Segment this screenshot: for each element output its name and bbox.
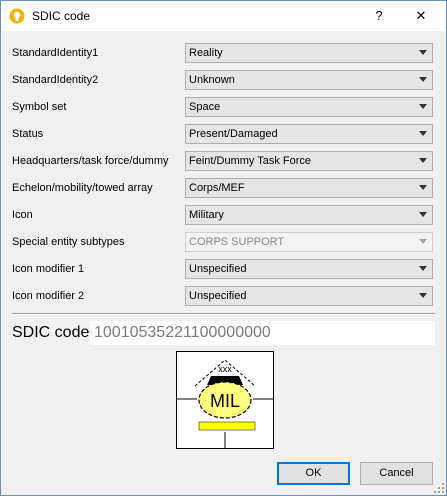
field-combobox[interactable]: Unknown [185,70,433,90]
sdic-dialog: SDIC code ? ✕ StandardIdentity1 Reality St… [0,0,447,496]
window-title: SDIC code [32,9,91,23]
chevron-down-icon[interactable] [419,212,427,217]
military-symbol-graphic: xxx MIL [177,359,273,448]
chevron-down-icon[interactable] [419,131,427,136]
field-combobox-value: Feint/Dummy Task Force [189,155,312,167]
field-label: StandardIdentity2 [12,74,99,86]
chevron-down-icon[interactable] [419,77,427,82]
field-label: Icon modifier 2 [12,290,85,302]
sdic-code-field[interactable]: 10010535221100000000 [90,321,435,345]
close-button[interactable]: ✕ [409,5,433,27]
chevron-down-icon[interactable] [419,266,427,271]
field-combobox-value: Present/Damaged [189,128,278,140]
chevron-down-icon [419,239,427,244]
field-combobox[interactable]: Reality [185,43,433,63]
field-label: Icon modifier 1 [12,263,85,275]
field-combobox-value: Unspecified [189,263,247,275]
app-lightbulb-icon [9,8,25,24]
field-combobox: CORPS SUPPORT [185,232,433,252]
ok-button[interactable]: OK [277,462,350,485]
separator [12,313,435,315]
field-combobox[interactable]: Present/Damaged [185,124,433,144]
chevron-down-icon[interactable] [419,293,427,298]
icon-mil-text: MIL [210,391,240,411]
field-combobox-value: Unspecified [189,290,247,302]
symbol-preview: xxx MIL [176,351,274,449]
field-combobox-value: Corps/MEF [189,182,245,194]
field-label: Symbol set [12,101,67,113]
field-label: Echelon/mobility/towed array [12,182,153,194]
field-combobox-value: Unknown [189,74,235,86]
field-combobox-value: CORPS SUPPORT [189,236,285,248]
field-combobox-value: Reality [189,47,223,59]
field-combobox-value: Space [189,101,221,113]
damaged-status-bar [198,421,256,431]
sdic-code-label: SDIC code [12,324,90,341]
chevron-down-icon[interactable] [419,185,427,190]
field-label: Icon [12,209,33,221]
field-label: Status [12,128,44,140]
field-label: StandardIdentity1 [12,47,99,59]
resize-grip-icon[interactable] [434,483,444,493]
field-label: Special entity subtypes [12,236,125,248]
echelon-label: xxx [218,364,232,374]
field-combobox[interactable]: Corps/MEF [185,178,433,198]
chevron-down-icon[interactable] [419,158,427,163]
help-button[interactable]: ? [367,5,391,27]
chevron-down-icon[interactable] [419,104,427,109]
field-label: Headquarters/task force/dummy [12,155,169,167]
field-combobox[interactable]: Feint/Dummy Task Force [185,151,433,171]
field-combobox[interactable]: Military [185,205,433,225]
field-combobox[interactable]: Unspecified [185,259,433,279]
cancel-button[interactable]: Cancel [360,462,433,485]
chevron-down-icon[interactable] [419,50,427,55]
title-bar[interactable]: SDIC code ? ✕ [1,1,446,31]
field-combobox[interactable]: Unspecified [185,286,433,306]
field-combobox-value: Military [189,209,224,221]
field-combobox[interactable]: Space [185,97,433,117]
